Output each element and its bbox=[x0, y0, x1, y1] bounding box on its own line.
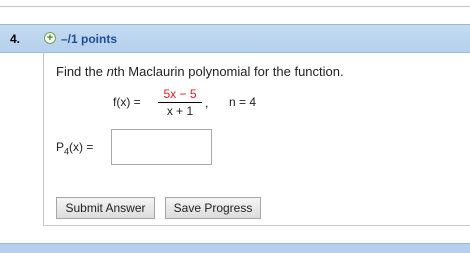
save-progress-button[interactable]: Save Progress bbox=[165, 197, 261, 219]
fraction-bar bbox=[158, 102, 202, 103]
question-prompt: Find the nth Maclaurin polynomial for th… bbox=[56, 64, 344, 79]
submit-answer-button[interactable]: Submit Answer bbox=[56, 197, 155, 219]
points-label: –/1 points bbox=[61, 32, 118, 46]
n-value: n = 4 bbox=[229, 95, 257, 109]
fraction-denominator: x + 1 bbox=[166, 104, 194, 118]
function-fraction: 5x − 5 x + 1 bbox=[156, 87, 204, 118]
fraction-comma: , bbox=[205, 96, 209, 110]
next-question-header bbox=[0, 243, 470, 253]
prompt-text-start: Find the bbox=[56, 64, 107, 79]
polynomial-label: P4(x) = bbox=[56, 140, 93, 156]
polynomial-label-p: P bbox=[56, 140, 65, 154]
top-divider bbox=[0, 6, 470, 7]
question-header: 4. + –/1 points bbox=[0, 24, 470, 53]
function-label: f(x) = bbox=[113, 95, 141, 109]
polynomial-label-rest: (x) = bbox=[69, 140, 94, 154]
prompt-italic-n: n bbox=[106, 64, 114, 79]
fraction-numerator: 5x − 5 bbox=[163, 87, 197, 101]
answer-input[interactable] bbox=[111, 129, 212, 165]
prompt-text-end: th Maclaurin polynomial for the function… bbox=[113, 64, 344, 79]
expand-plus-icon[interactable]: + bbox=[44, 32, 56, 44]
question-number: 4. bbox=[10, 32, 21, 46]
